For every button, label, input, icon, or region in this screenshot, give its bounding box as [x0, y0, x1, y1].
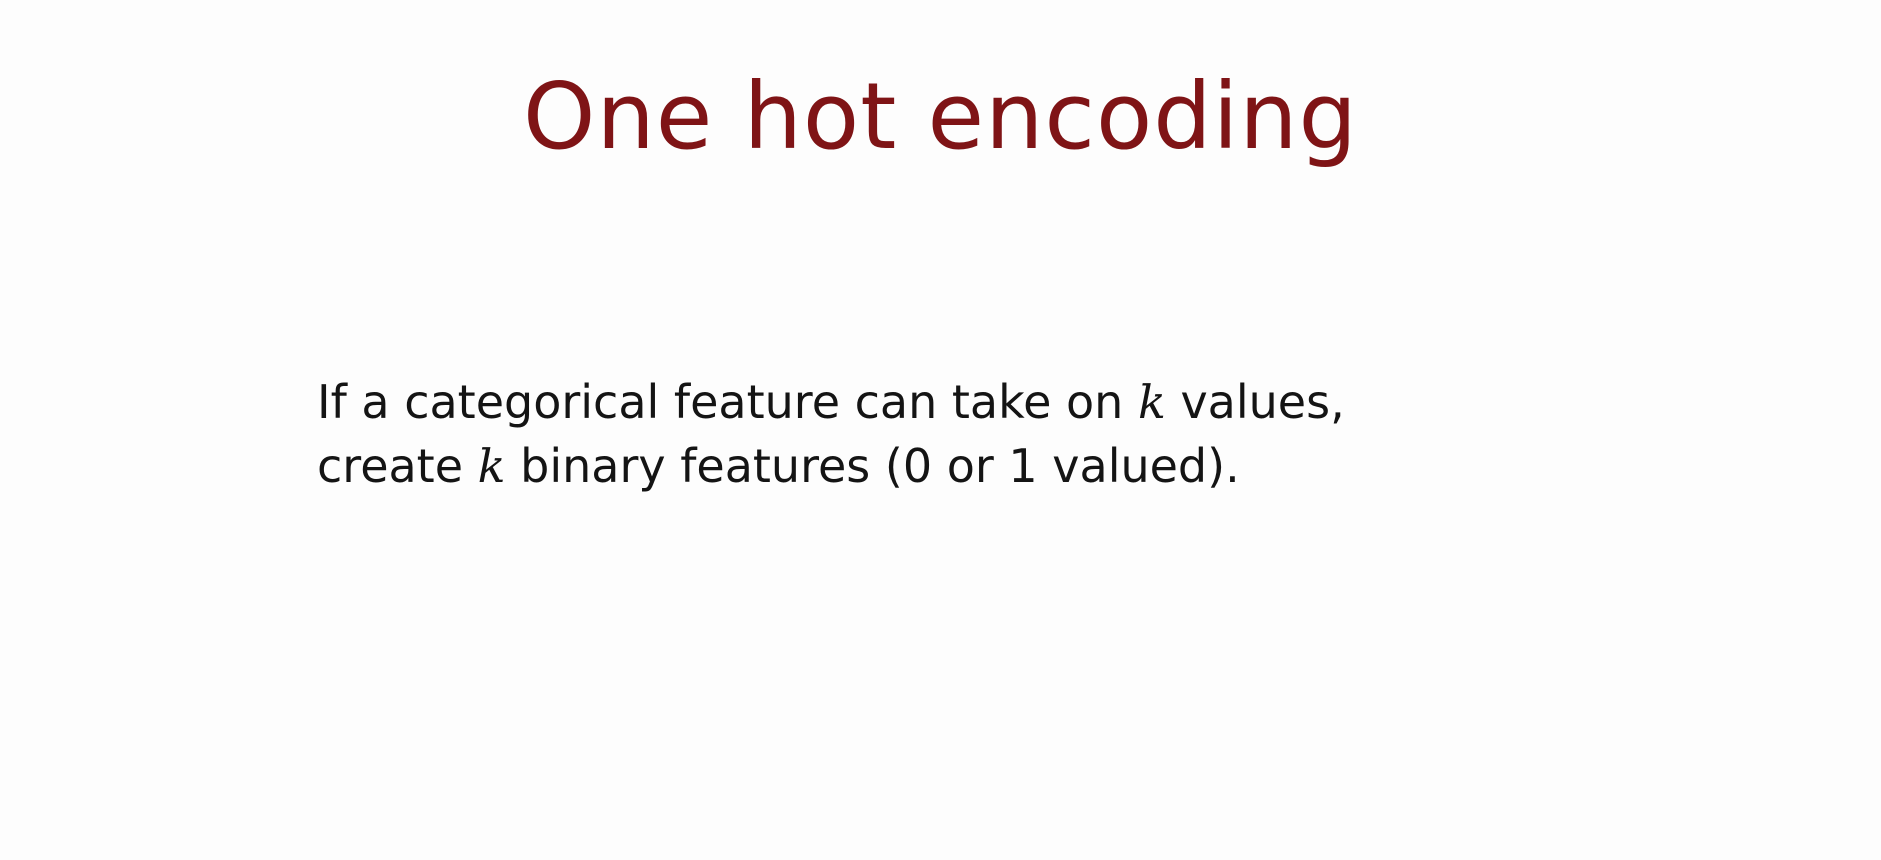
body-line-2: create k binary features (0 or 1 valued)…	[317, 434, 1617, 498]
body-line-2-text-before: create	[317, 439, 478, 493]
slide-body-text: If a categorical feature can take on k v…	[317, 370, 1617, 498]
slide-title: One hot encoding	[523, 63, 1358, 170]
variable-k: k	[477, 439, 506, 493]
variable-k: k	[1137, 375, 1166, 429]
body-line-1: If a categorical feature can take on k v…	[317, 370, 1617, 434]
body-line-1-text-after: values,	[1165, 375, 1345, 429]
body-line-2-text-after: binary features (0 or 1 valued).	[505, 439, 1240, 493]
slide: One hot encoding If a categorical featur…	[0, 0, 1881, 860]
body-line-1-text-before: If a categorical feature can take on	[317, 375, 1138, 429]
